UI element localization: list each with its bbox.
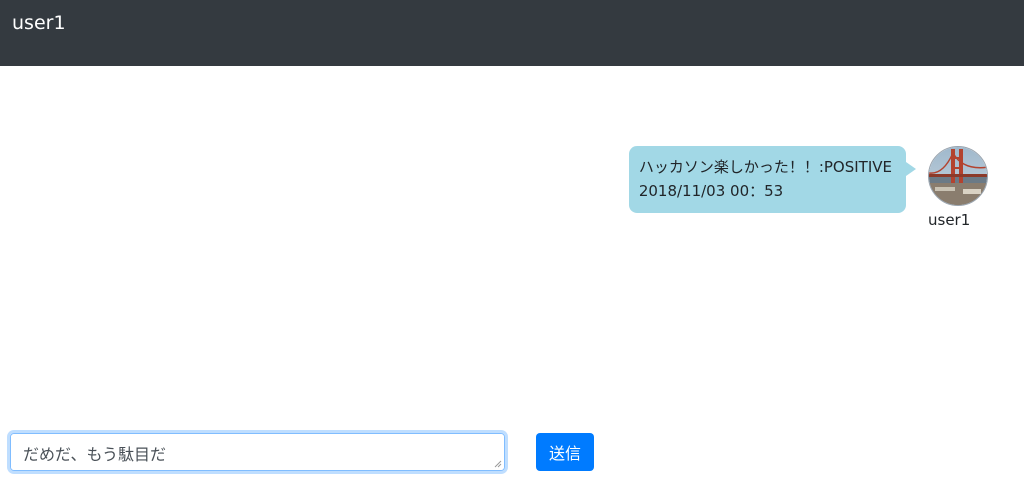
message-text: ハッカソン楽しかった！！:POSITIVE [638,158,892,176]
navbar-title: user1 [12,12,66,34]
chat-area: ハッカソン楽しかった！！:POSITIVE 2018/11/03 00：53 u… [0,66,1024,416]
message-timestamp: 2018/11/03 00：53 [638,182,784,200]
send-button[interactable]: 送信 [536,433,594,471]
resize-grip-icon[interactable] [494,460,502,468]
golden-gate-bridge-icon [929,147,987,205]
message-row: ハッカソン楽しかった！！:POSITIVE 2018/11/03 00：53 u… [588,146,988,236]
message-bubble: ハッカソン楽しかった！！:POSITIVE 2018/11/03 00：53 [628,146,906,213]
top-navbar: user1 [0,0,1024,66]
bubble-tail [906,162,916,176]
message-composer: だめだ、もう駄目だ 送信 [0,416,1024,485]
avatar [928,146,988,206]
message-input[interactable]: だめだ、もう駄目だ [10,433,505,471]
avatar-username: user1 [928,211,971,229]
